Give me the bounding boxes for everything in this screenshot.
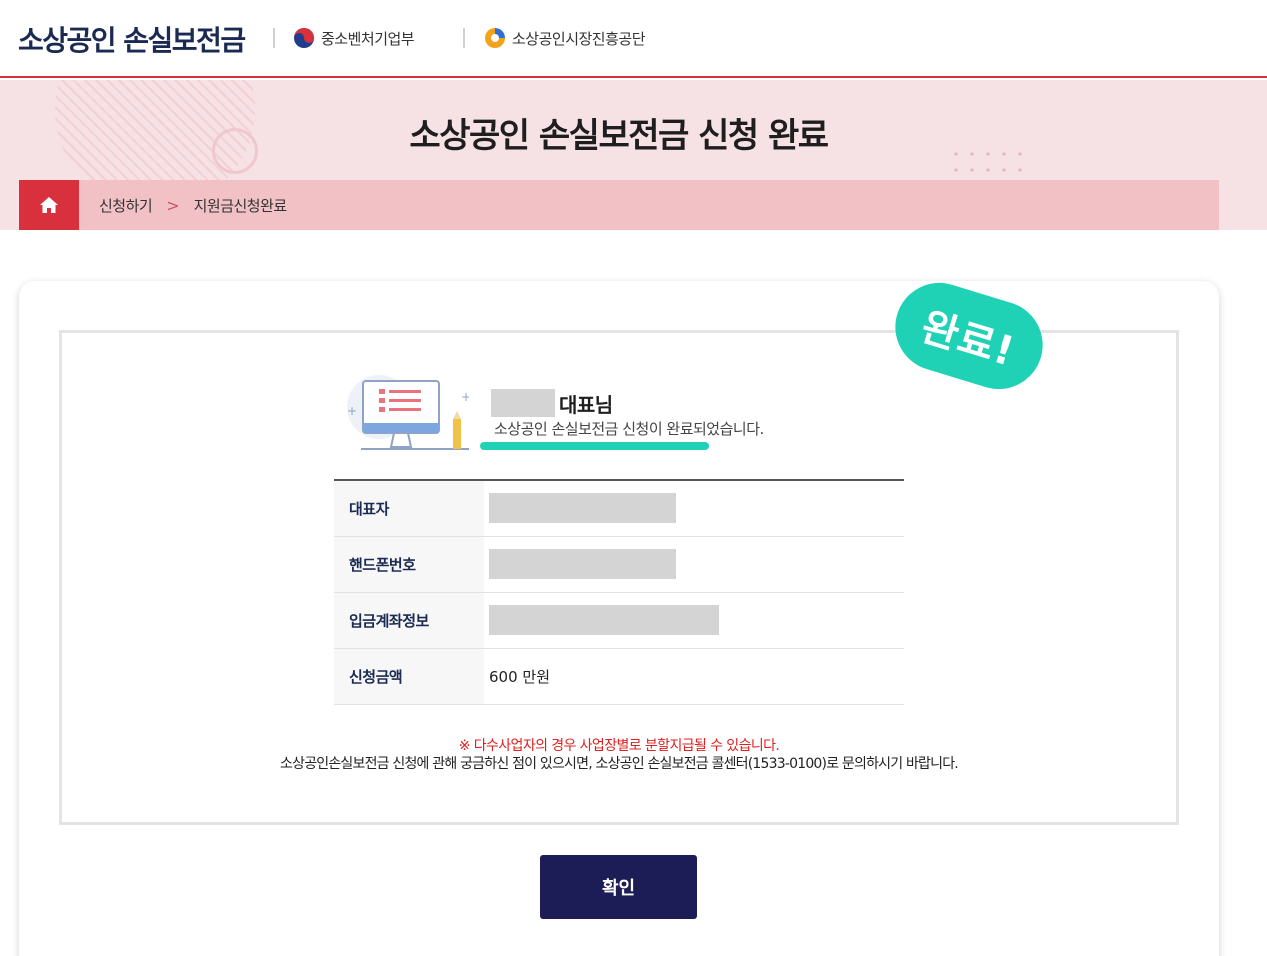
row-value xyxy=(484,592,904,648)
monitor-checklist-icon: + + xyxy=(347,375,469,450)
header-divider xyxy=(463,28,465,48)
site-header: 소상공인 손실보전금 중소벤처기업부 소상공인시장진흥공단 xyxy=(0,0,1267,78)
table-row: 핸드폰번호 xyxy=(334,536,904,592)
table-row: 대표자 xyxy=(334,480,904,536)
home-icon xyxy=(40,197,58,213)
highlight-underline xyxy=(480,442,709,450)
header-divider xyxy=(273,28,275,48)
org-agency-link[interactable]: 소상공인시장진흥공단 xyxy=(484,27,646,49)
page-title: 소상공인 손실보전금 신청 완료 xyxy=(409,116,829,156)
agency-logo-icon xyxy=(485,28,505,48)
table-row: 신청금액 600 만원 xyxy=(334,648,904,704)
redacted-value xyxy=(489,549,676,579)
svg-text:+: + xyxy=(461,390,469,404)
redacted-value xyxy=(489,493,676,524)
row-label: 대표자 xyxy=(334,480,484,536)
row-label: 입금계좌정보 xyxy=(334,592,484,648)
result-card: 완료! + + 대표님 소상공인 손실보전금 신청이 완료되었습니다. 대표자 … xyxy=(19,271,1219,956)
home-button[interactable] xyxy=(19,180,79,230)
taegeuk-icon xyxy=(294,28,314,48)
confirm-button[interactable]: 확인 xyxy=(540,855,697,919)
application-info-table: 대표자 핸드폰번호 입금계좌정보 신청금액 600 만원 xyxy=(334,479,904,705)
svg-text:+: + xyxy=(347,404,357,418)
row-label: 신청금액 xyxy=(334,648,484,704)
breadcrumb: 신청하기 > 지원금신청완료 xyxy=(19,180,1219,230)
contact-notice: 소상공인손실보전금 신청에 관해 궁금하신 점이 있으시면, 소상공인 손실보전… xyxy=(280,756,959,772)
brand-logo[interactable]: 소상공인 손실보전금 xyxy=(18,19,246,59)
org-ministry-link[interactable]: 중소벤처기업부 xyxy=(293,27,415,49)
name-redacted xyxy=(491,389,555,417)
split-payment-warning: ※ 다수사업자의 경우 사업장별로 분할지급될 수 있습니다. xyxy=(458,738,780,754)
org-ministry-label: 중소벤처기업부 xyxy=(321,29,415,48)
table-row: 입금계좌정보 xyxy=(334,592,904,648)
breadcrumb-separator-icon: > xyxy=(166,195,180,215)
representative-title: 대표님 xyxy=(559,393,613,417)
breadcrumb-item-complete: 지원금신청완료 xyxy=(193,196,288,215)
org-agency-label: 소상공인시장진흥공단 xyxy=(512,29,646,48)
complete-message: 소상공인 손실보전금 신청이 완료되었습니다. xyxy=(494,420,764,438)
redacted-value xyxy=(489,605,719,635)
hero-banner: 소상공인 손실보전금 신청 완료 신청하기 > 지원금신청완료 xyxy=(0,80,1267,230)
row-label: 핸드폰번호 xyxy=(334,536,484,592)
row-value xyxy=(484,480,904,536)
amount-value: 600 만원 xyxy=(489,667,550,686)
row-value xyxy=(484,536,904,592)
breadcrumb-item-apply[interactable]: 신청하기 xyxy=(99,195,153,216)
